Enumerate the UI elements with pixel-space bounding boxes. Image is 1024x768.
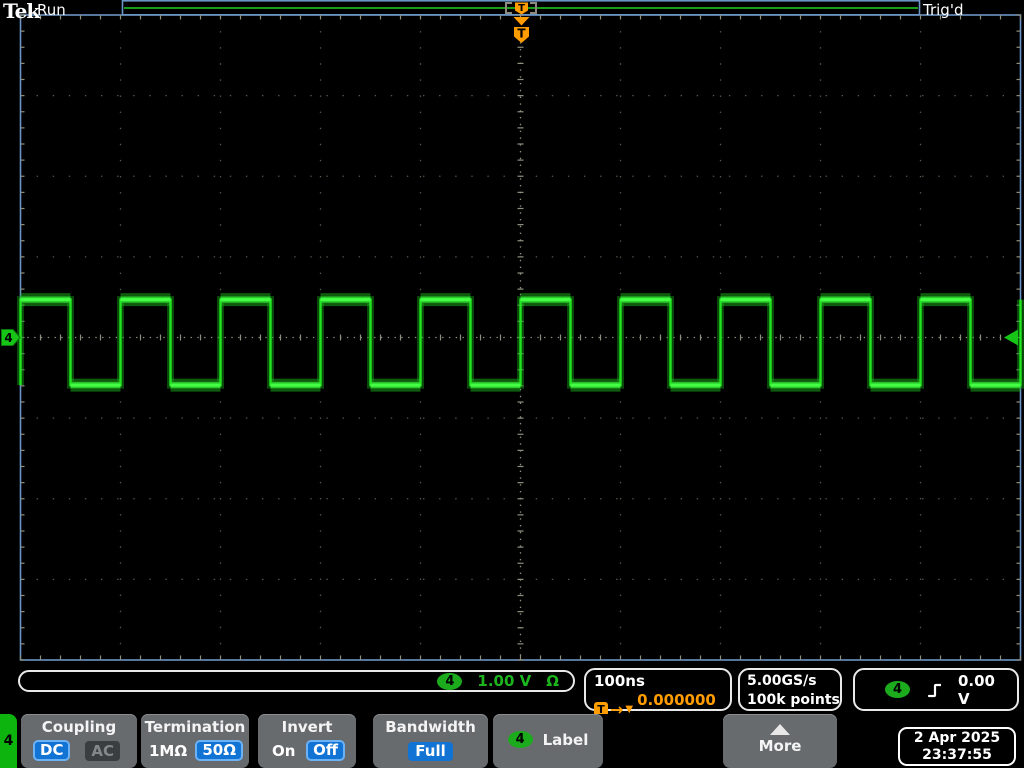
time-value: 23:37:55	[922, 746, 992, 763]
sample-rate-value: 5.00GS/s	[747, 673, 817, 689]
trigger-readout: 4 0.00 V	[853, 668, 1019, 711]
date-value: 2 Apr 2025	[913, 729, 1001, 746]
horizontal-readout: 100ns T → ▼ 0.000000 s	[584, 668, 732, 727]
channel4-menu-tab[interactable]: 4	[0, 714, 17, 768]
position-marker-icon: ▼	[625, 703, 634, 715]
coupling-label: Coupling	[41, 718, 117, 736]
coupling-option-ac[interactable]: AC	[85, 740, 120, 761]
horizontal-scale-value: 100ns	[594, 672, 645, 690]
trigger-level-value: 0.00 V	[957, 671, 995, 708]
rising-edge-slope-icon	[927, 683, 941, 697]
trigger-source-badge: 4	[885, 681, 910, 698]
invert-button[interactable]: Invert On Off	[258, 714, 356, 768]
termination-label: Termination	[144, 718, 246, 736]
label-channel-badge: 4	[507, 731, 533, 748]
tek-logo: Tek	[3, 0, 40, 23]
impedance-symbol: Ω	[546, 672, 559, 690]
channel-scale-readout: 4 1.00 V Ω	[18, 670, 575, 692]
trigger-position-marker-icon[interactable]: T	[513, 17, 530, 43]
trigger-level-arrow-icon[interactable]	[1004, 329, 1018, 346]
more-button-text: More	[758, 737, 802, 755]
svg-text:T: T	[518, 3, 525, 14]
bandwidth-label: Bandwidth	[385, 718, 476, 736]
oscilloscope-screen: Tek Run Trig'd T T 4 4 1.00 V Ω 100ns T …	[0, 0, 1024, 768]
bandwidth-button[interactable]: Bandwidth Full	[373, 714, 488, 768]
termination-option-1m[interactable]: 1MΩ	[149, 742, 187, 760]
acquisition-readout: 5.00GS/s 100k points	[738, 668, 842, 711]
coupling-button[interactable]: Coupling DC AC	[21, 714, 137, 768]
termination-button[interactable]: Termination 1MΩ 50Ω	[141, 714, 249, 768]
channel4-waveform	[17, 293, 1024, 392]
record-length-value: 100k points	[747, 692, 840, 708]
label-button-text: Label	[542, 730, 589, 749]
record-trigger-marker-icon[interactable]: T	[515, 2, 528, 15]
invert-option-off[interactable]: Off	[306, 740, 345, 761]
invert-option-on[interactable]: On	[272, 742, 295, 760]
coupling-option-dc[interactable]: DC	[33, 740, 71, 761]
more-up-arrow-icon	[770, 724, 790, 735]
bottom-menu-bar: 4 Coupling DC AC Termination 1MΩ 50Ω Inv…	[0, 714, 1024, 768]
trigger-status: Trig'd	[923, 1, 964, 19]
scope-display: T T 4	[1, 0, 1024, 661]
channel4-badge: 4	[437, 672, 463, 690]
termination-option-50[interactable]: 50Ω	[195, 740, 243, 761]
svg-text:4: 4	[4, 331, 12, 345]
vertical-scale-value: 1.00 V	[477, 672, 532, 690]
datetime-box: 2 Apr 2025 23:37:55	[898, 727, 1016, 766]
bandwidth-value[interactable]: Full	[408, 742, 453, 761]
more-button[interactable]: More	[723, 714, 837, 768]
label-button[interactable]: 4 Label	[493, 714, 603, 768]
svg-text:T: T	[517, 27, 526, 41]
invert-label: Invert	[281, 718, 333, 736]
acquisition-status: Run	[37, 1, 66, 19]
